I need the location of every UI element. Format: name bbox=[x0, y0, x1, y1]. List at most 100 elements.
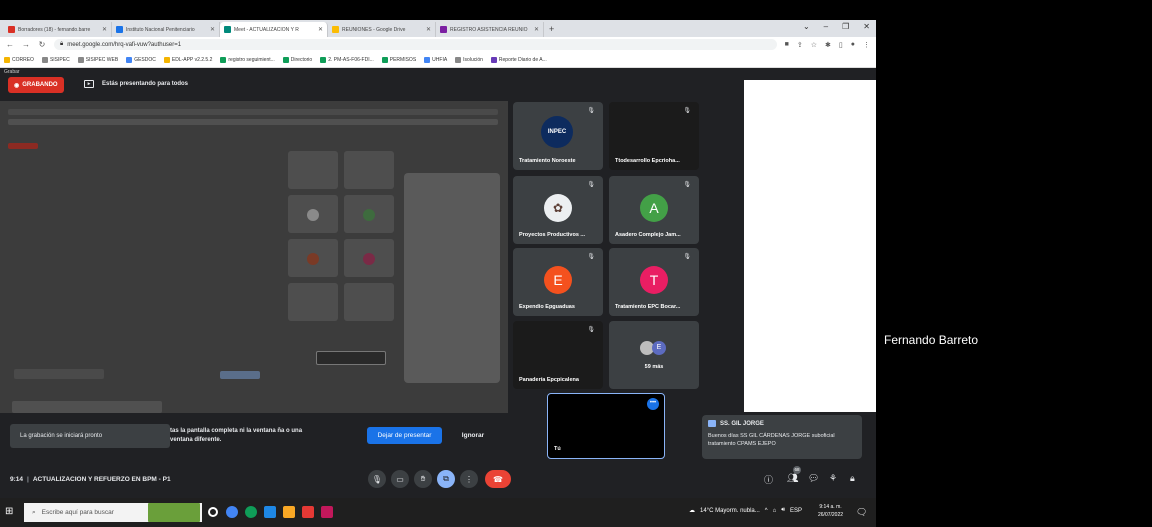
bookmark[interactable]: GESDOC bbox=[126, 56, 156, 63]
forward-icon[interactable]: → bbox=[22, 40, 30, 49]
tab-drive[interactable]: REUNIONES - Google Drive ✕ bbox=[328, 22, 436, 37]
folder-icon[interactable] bbox=[283, 506, 295, 518]
weather-text[interactable]: 14°C Mayorm. nubla... bbox=[700, 508, 760, 514]
profile-icon[interactable]: ● bbox=[851, 41, 855, 49]
ignore-button[interactable]: Ignorar bbox=[453, 427, 493, 444]
bookmark[interactable]: PERMISOS bbox=[381, 56, 416, 63]
clock-date: 26/07/2022 bbox=[818, 512, 844, 518]
taskbar-clock[interactable]: 9:14 a. m. 26/07/2022 bbox=[818, 503, 843, 519]
store-icon[interactable] bbox=[264, 506, 276, 518]
extensions-icon[interactable]: ✱ bbox=[825, 41, 831, 49]
bookmark[interactable]: SISIPEC WEB bbox=[77, 56, 118, 63]
raise-hand-button[interactable]: ✋︎ bbox=[414, 470, 432, 488]
clock-time: 9:14 a. m. bbox=[819, 504, 842, 510]
cortana-icon[interactable] bbox=[208, 507, 218, 517]
close-icon[interactable]: ✕ bbox=[318, 26, 323, 33]
network-icon[interactable]: ⌂ bbox=[773, 508, 777, 514]
share-icon[interactable]: ⇪ bbox=[797, 41, 803, 49]
weather-icon: ☁︎ bbox=[689, 508, 695, 514]
bookmark[interactable]: SISIPEC bbox=[41, 56, 70, 63]
back-icon[interactable]: ← bbox=[6, 40, 14, 49]
participant-tile[interactable]: 🎙︎ INPEC Tratamiento Noroeste bbox=[513, 102, 603, 170]
sidebar-icon[interactable]: ▯ bbox=[839, 41, 843, 49]
edge-icon[interactable] bbox=[245, 506, 257, 518]
avatar: T bbox=[640, 266, 668, 294]
bookmark[interactable]: 2. PM-AS-F06-FDI... bbox=[320, 56, 374, 63]
menu-icon[interactable]: ⋮ bbox=[863, 41, 870, 49]
recording-badge[interactable]: ◉ GRABANDO bbox=[8, 77, 64, 93]
mirror-side-panel bbox=[404, 173, 500, 383]
more-options-icon[interactable]: ••• bbox=[647, 398, 659, 410]
present-button[interactable]: ⧉ bbox=[437, 470, 455, 488]
chat-icon[interactable]: 💬︎ bbox=[808, 473, 819, 484]
avatar: A bbox=[640, 194, 668, 222]
app-icon[interactable] bbox=[302, 506, 314, 518]
bookmark-icon bbox=[41, 56, 48, 63]
address-bar[interactable]: 🔒︎ meet.google.com/hrq-vafi-vuw?authuser… bbox=[54, 39, 777, 50]
close-icon[interactable]: ✕ bbox=[426, 26, 431, 33]
chat-notification[interactable]: SS. GIL JORGE Buenos días SS GIL CÁRDENA… bbox=[702, 415, 862, 459]
powerpoint-icon[interactable] bbox=[321, 506, 333, 518]
language-indicator[interactable]: ESP bbox=[790, 508, 802, 514]
presenting-banner: ▸ Estás presentando para todos bbox=[84, 80, 188, 88]
volume-icon[interactable]: 🔊︎ bbox=[781, 507, 785, 514]
bookmark[interactable]: Directorio bbox=[282, 56, 312, 63]
minimize-button[interactable]: – bbox=[824, 22, 828, 31]
activities-icon[interactable]: ⚘ bbox=[829, 473, 837, 484]
participant-tile[interactable]: 🎙︎ A Asadero Complejo Jam... bbox=[609, 176, 699, 244]
bookmark[interactable]: Reporte Diario de A... bbox=[490, 56, 547, 63]
search-highlight-image bbox=[148, 503, 200, 522]
bookmark[interactable]: UHFIA bbox=[424, 56, 447, 63]
camera-icon: ▭ bbox=[396, 474, 404, 484]
camera-button[interactable]: ▭ bbox=[391, 470, 409, 488]
stop-presenting-button[interactable]: Dejar de presentar bbox=[367, 427, 442, 444]
bookmark[interactable]: registro seguimient... bbox=[220, 56, 275, 63]
mic-icon: 🎙︎ bbox=[371, 474, 383, 484]
tab-meet[interactable]: Meet - ACTUALIZACION Y R ✕ bbox=[220, 22, 328, 37]
participant-tile[interactable]: 🎙︎ Ttodesarrollo Epcrioha... bbox=[609, 102, 699, 170]
tab-forms[interactable]: REGISTRO ASISTENCIA REUNIO ✕ bbox=[436, 22, 544, 37]
tab-gmail[interactable]: Borradores (18) - fernando.barre ✕ bbox=[4, 22, 112, 37]
avatar: E bbox=[544, 266, 572, 294]
notifications-icon[interactable]: 🗨︎ bbox=[856, 507, 867, 518]
browser-toolbar: ← → ↻ 🔒︎ meet.google.com/hrq-vafi-vuw?au… bbox=[0, 37, 876, 52]
bookmark[interactable]: CORREO bbox=[4, 56, 34, 63]
tab-inpec[interactable]: Instituto Nacional Penitenciario ✕ bbox=[112, 22, 220, 37]
close-icon[interactable]: ✕ bbox=[534, 26, 539, 33]
host-controls-icon[interactable]: 🔒︎ bbox=[850, 473, 855, 484]
mirror-tile bbox=[288, 151, 338, 189]
windows-start-icon[interactable]: ⊞ bbox=[5, 506, 13, 517]
end-call-button[interactable]: ☎︎ bbox=[485, 470, 511, 488]
chrome-icon[interactable] bbox=[226, 506, 238, 518]
close-icon[interactable]: ✕ bbox=[210, 26, 215, 33]
participant-tile[interactable]: 🎙︎ T Tratamiento EPC Bocar... bbox=[609, 248, 699, 316]
participant-tile[interactable]: 🎙︎ ✿ Proyectos Productivos ... bbox=[513, 176, 603, 244]
more-options-button[interactable]: ⋮ bbox=[460, 470, 478, 488]
chevron-down-icon[interactable]: ⌄ bbox=[803, 22, 810, 31]
participant-tile[interactable]: 🎙︎ E Expendio Epguaduas bbox=[513, 248, 603, 316]
new-tab-button[interactable]: + bbox=[544, 22, 559, 37]
restore-button[interactable]: ❐ bbox=[842, 22, 849, 31]
people-icon[interactable]: 👥︎ bbox=[787, 473, 798, 484]
reload-icon[interactable]: ↻ bbox=[38, 40, 46, 49]
close-icon[interactable]: ✕ bbox=[102, 26, 107, 33]
star-icon[interactable]: ☆ bbox=[811, 41, 817, 49]
participant-tile[interactable]: 🎙︎ Panadería Epcpicalena bbox=[513, 321, 603, 389]
bookmark[interactable]: Isolución bbox=[455, 56, 483, 63]
site-icon bbox=[116, 26, 123, 33]
self-tile[interactable]: ••• Tú bbox=[547, 393, 665, 459]
mirror-tile bbox=[344, 151, 394, 189]
mirror-toolbar bbox=[8, 119, 498, 125]
close-window-button[interactable]: ✕ bbox=[863, 22, 870, 31]
bookmark-icon bbox=[4, 56, 10, 63]
bookmark[interactable]: EDL-APP v2.2.5.2 bbox=[163, 56, 212, 63]
url-text: meet.google.com/hrq-vafi-vuw?authuser=1 bbox=[67, 41, 182, 48]
camera-icon[interactable]: ■ bbox=[785, 41, 789, 49]
mic-button[interactable]: 🎙︎ bbox=[368, 470, 386, 488]
more-participants-tile[interactable]: E 59 más bbox=[609, 321, 699, 389]
tab-bar: Borradores (18) - fernando.barre ✕ Insti… bbox=[0, 20, 876, 37]
gmail-icon bbox=[8, 26, 15, 33]
chevron-up-icon[interactable]: ^ bbox=[765, 508, 768, 514]
recording-caption: Grabar bbox=[4, 69, 20, 75]
info-icon[interactable]: ⓘ bbox=[764, 473, 773, 486]
